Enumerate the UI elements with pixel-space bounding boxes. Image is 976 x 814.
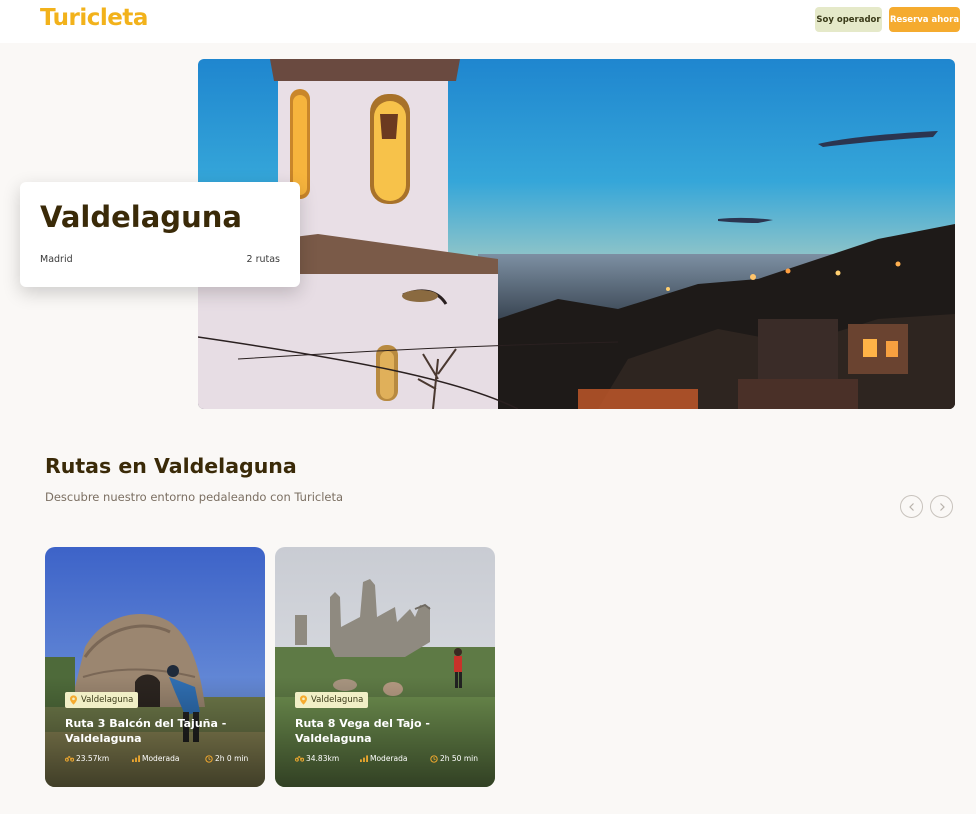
- route-difficulty: Moderada: [360, 754, 407, 763]
- location-badge: Valdelaguna: [65, 692, 139, 708]
- difficulty-value: Moderada: [370, 754, 408, 763]
- chevron-right-icon: [939, 502, 945, 511]
- chevron-left-icon: [908, 502, 914, 511]
- route-difficulty: Moderada: [132, 754, 179, 763]
- bike-icon: [295, 756, 304, 762]
- logo[interactable]: Turicleta: [40, 5, 148, 31]
- town-info-card: Valdelaguna Madrid 2 rutas: [20, 182, 300, 287]
- book-now-button[interactable]: Reserva ahora: [889, 7, 960, 32]
- route-title[interactable]: Ruta 3 Balcón del Tajuña - Valdelaguna: [65, 716, 255, 746]
- duration-value: 2h 50 min: [440, 754, 478, 763]
- distance-value: 34.83km: [306, 754, 340, 763]
- route-card[interactable]: Valdelaguna Ruta 3 Balcón del Tajuña - V…: [45, 547, 265, 787]
- town-routes-count: 2 rutas: [246, 254, 281, 265]
- location-pin-icon: [300, 695, 307, 705]
- route-duration: 2h 0 min: [205, 754, 248, 763]
- section-subtitle: Descubre nuestro entorno pedaleando con …: [45, 490, 344, 504]
- town-region: Madrid: [40, 254, 73, 265]
- carousel-prev-button[interactable]: [900, 495, 923, 518]
- route-title[interactable]: Ruta 8 Vega del Tajo - Valdelaguna: [295, 716, 485, 746]
- difficulty-icon: [360, 755, 368, 762]
- route-duration: 2h 50 min: [430, 754, 478, 763]
- location-badge: Valdelaguna: [295, 692, 369, 708]
- distance-value: 23.57km: [76, 754, 110, 763]
- difficulty-value: Moderada: [142, 754, 180, 763]
- operator-button[interactable]: Soy operador: [815, 7, 882, 32]
- route-card[interactable]: Valdelaguna Ruta 8 Vega del Tajo - Valde…: [275, 547, 495, 787]
- route-distance: 23.57km: [65, 754, 109, 763]
- clock-icon: [430, 754, 438, 763]
- carousel-next-button[interactable]: [930, 495, 953, 518]
- difficulty-icon: [132, 755, 140, 762]
- section-title: Rutas en Valdelaguna: [45, 454, 297, 478]
- bike-icon: [65, 756, 74, 762]
- hero-image: [198, 59, 955, 409]
- location-label: Valdelaguna: [311, 695, 364, 705]
- location-pin-icon: [70, 695, 77, 705]
- route-distance: 34.83km: [295, 754, 339, 763]
- duration-value: 2h 0 min: [215, 754, 249, 763]
- clock-icon: [205, 754, 213, 763]
- top-bar: Turicleta Soy operador Reserva ahora: [0, 0, 976, 43]
- town-title: Valdelaguna: [40, 200, 242, 234]
- location-label: Valdelaguna: [81, 695, 134, 705]
